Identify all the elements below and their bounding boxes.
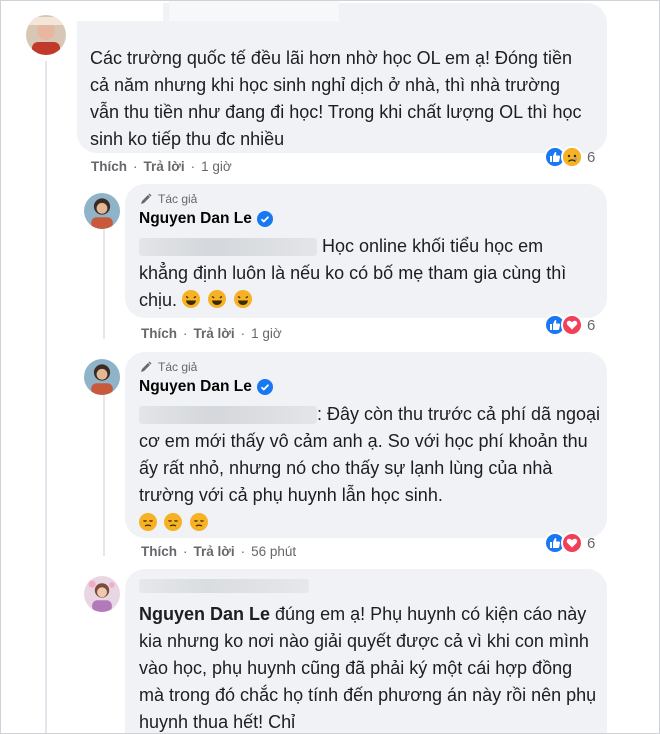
author-name[interactable]: Nguyen Dan Le (139, 378, 252, 396)
author-tag: Tác giả (139, 360, 593, 374)
comment-text: Nguyen Dan Le đúng em ạ! Phụ huynh có ki… (139, 604, 597, 732)
laugh-emoji-icon (182, 290, 255, 310)
reaction-summary[interactable]: 6 (544, 146, 595, 168)
sad-reaction-icon (561, 146, 583, 168)
mention-blurred[interactable] (139, 406, 317, 425)
love-reaction-icon (561, 314, 583, 336)
verified-badge-icon (256, 379, 273, 395)
comment-bubble: Tác giả Nguyen Dan Le : Đây còn thu trướ… (125, 352, 607, 538)
love-reaction-icon (561, 532, 583, 554)
reply-link[interactable]: Trả lời (194, 326, 235, 341)
timestamp[interactable]: 1 giờ (201, 159, 232, 174)
avatar[interactable] (26, 15, 66, 55)
comment-actions: Thích · Trả lời · 56 phút (141, 544, 297, 559)
reply-link[interactable]: Trả lời (194, 544, 235, 559)
author-name[interactable]: Nguyen Dan Le (139, 210, 252, 228)
comment-actions: Thích · Trả lời · 1 giờ (141, 326, 282, 341)
thread-line (45, 61, 47, 733)
comment-text: : Đây còn thu trước cả phí dã ngoại cơ e… (139, 404, 601, 505)
author-name-row: Nguyen Dan Le (139, 378, 593, 396)
sad-emoji-icon (139, 513, 593, 534)
pen-icon (141, 361, 152, 372)
comment-bubble: Nguyen Dan Le đúng em ạ! Phụ huynh có ki… (125, 569, 607, 733)
reaction-count: 6 (587, 316, 596, 334)
commenter-name-blurred[interactable] (67, 1, 163, 21)
comment-actions: Thích · Trả lời · 1 giờ (91, 159, 232, 174)
verified-badge-icon (256, 211, 273, 227)
pen-icon (141, 193, 152, 204)
commenter-name-blurred-right (169, 1, 339, 21)
author-tag-label: Tác giả (158, 360, 198, 374)
comment-bubble: Tác giả Nguyen Dan Le Học online khối ti… (125, 184, 607, 318)
like-link[interactable]: Thích (141, 544, 177, 559)
like-link[interactable]: Thích (141, 326, 177, 341)
author-name-row: Nguyen Dan Le (139, 210, 593, 228)
author-tag-label: Tác giả (158, 192, 198, 206)
avatar[interactable] (84, 576, 120, 612)
comment-thread: Các trường quốc tế đều lãi hơn nhờ học O… (0, 0, 660, 734)
comment-text: Học online khối tiểu học em khẳng định l… (139, 236, 567, 310)
author-tag: Tác giả (139, 192, 593, 206)
mention-link[interactable]: Nguyen Dan Le (139, 604, 270, 624)
mention-blurred[interactable] (139, 238, 317, 257)
timestamp[interactable]: 56 phút (251, 544, 296, 559)
avatar[interactable] (84, 359, 120, 395)
timestamp[interactable]: 1 giờ (251, 326, 282, 341)
like-link[interactable]: Thích (91, 159, 127, 174)
reply-link[interactable]: Trả lời (144, 159, 185, 174)
commenter-name-blurred[interactable] (139, 577, 593, 595)
reaction-count: 6 (587, 534, 596, 552)
reaction-summary[interactable]: 6 (544, 314, 595, 336)
thread-line (103, 394, 105, 556)
reaction-summary[interactable]: 6 (544, 532, 595, 554)
thread-line (103, 227, 105, 339)
comment-bubble: Các trường quốc tế đều lãi hơn nhờ học O… (67, 1, 607, 153)
reaction-count: 6 (587, 148, 596, 166)
avatar[interactable] (84, 193, 120, 229)
comment-text: Các trường quốc tế đều lãi hơn nhờ học O… (90, 48, 582, 149)
